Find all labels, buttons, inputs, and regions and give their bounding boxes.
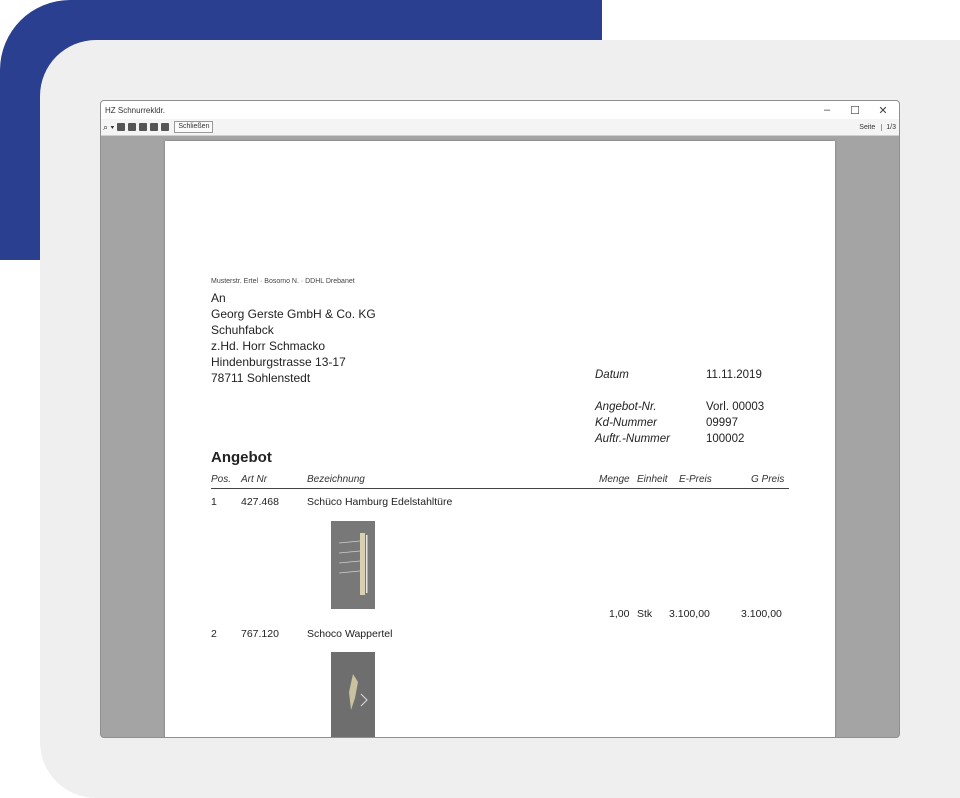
address-line: z.Hd. Horr Schmacko — [211, 339, 326, 353]
two-page-icon[interactable] — [128, 123, 137, 131]
address-line: Georg Gerste GmbH & Co. KG — [211, 307, 376, 321]
column-header-art: Art Nr — [241, 474, 268, 485]
meta-label: Auftr.-Nummer — [595, 433, 670, 445]
item-art: 427.468 — [241, 496, 279, 508]
item-desc: Schoco Wappertel — [307, 628, 393, 640]
header-rule — [211, 488, 789, 489]
page-number-input[interactable]: 1/3 — [881, 123, 896, 131]
address-line: Hindenburgstrasse 13-17 — [211, 355, 346, 369]
export-icon[interactable] — [161, 123, 170, 131]
minimize-button[interactable]: – — [813, 101, 841, 119]
document-page: Musterstr. Ertel · Bosomo N. · DDHL Dreb… — [165, 141, 835, 737]
window-title: HZ Schnurrekldr. — [105, 105, 166, 115]
meta-label: Datum — [595, 369, 629, 381]
item-desc: Schüco Hamburg Edelstahltüre — [307, 496, 453, 508]
door-picture-icon — [338, 533, 368, 595]
column-header-epreis: E-Preis — [679, 474, 712, 485]
page-label: Seite — [859, 123, 876, 131]
print-icon[interactable] — [150, 123, 159, 131]
column-header-einheit: Einheit — [637, 474, 668, 485]
item-pos: 1 — [211, 496, 217, 508]
meta-value: 11.11.2019 — [706, 369, 762, 381]
item-epreis: 3.100,00 — [669, 608, 710, 620]
search-icon[interactable]: ⌕ ▾ — [103, 122, 114, 133]
meta-value: 09997 — [706, 417, 738, 429]
document-heading: Angebot — [211, 449, 272, 466]
item-pos: 2 — [211, 628, 217, 640]
page-width-icon[interactable] — [139, 123, 148, 131]
close-button[interactable]: ✕ — [869, 101, 897, 119]
product-image-door — [331, 521, 375, 609]
column-header-menge: Menge — [599, 474, 630, 485]
column-header-gpreis: G Preis — [751, 474, 785, 485]
single-page-icon[interactable] — [117, 123, 126, 131]
item-menge: 1,00 — [609, 608, 630, 620]
address-line: 78711 Sohlenstedt — [211, 371, 311, 385]
fitting-picture-icon — [349, 674, 368, 710]
product-image-fitting — [331, 652, 375, 737]
meta-value: Vorl. 00003 — [706, 401, 765, 413]
column-header-pos: Pos. — [211, 474, 232, 485]
address-line: Schuhfabck — [211, 323, 274, 337]
item-gpreis: 3.100,00 — [741, 608, 782, 620]
toolbar: ⌕ ▾ Schließen Seite 1/3 — [101, 119, 899, 136]
page-indicator: Seite 1/3 — [859, 119, 896, 135]
close-preview-button[interactable]: Schließen — [174, 121, 214, 133]
item-einheit: Stk — [637, 608, 653, 620]
title-bar: HZ Schnurrekldr. – ☐ ✕ — [101, 101, 899, 119]
item-art: 767.120 — [241, 628, 279, 640]
sender-line: Musterstr. Ertel · Bosomo N. · DDHL Dreb… — [211, 278, 355, 285]
meta-label: Angebot-Nr. — [595, 401, 657, 413]
maximize-button[interactable]: ☐ — [841, 101, 869, 119]
meta-label: Kd-Nummer — [595, 417, 657, 429]
address-line: An — [211, 291, 226, 305]
column-header-desc: Bezeichnung — [307, 474, 365, 485]
meta-value: 100002 — [706, 433, 745, 445]
preview-window: HZ Schnurrekldr. – ☐ ✕ ⌕ ▾ Schließen Sei… — [100, 100, 900, 738]
